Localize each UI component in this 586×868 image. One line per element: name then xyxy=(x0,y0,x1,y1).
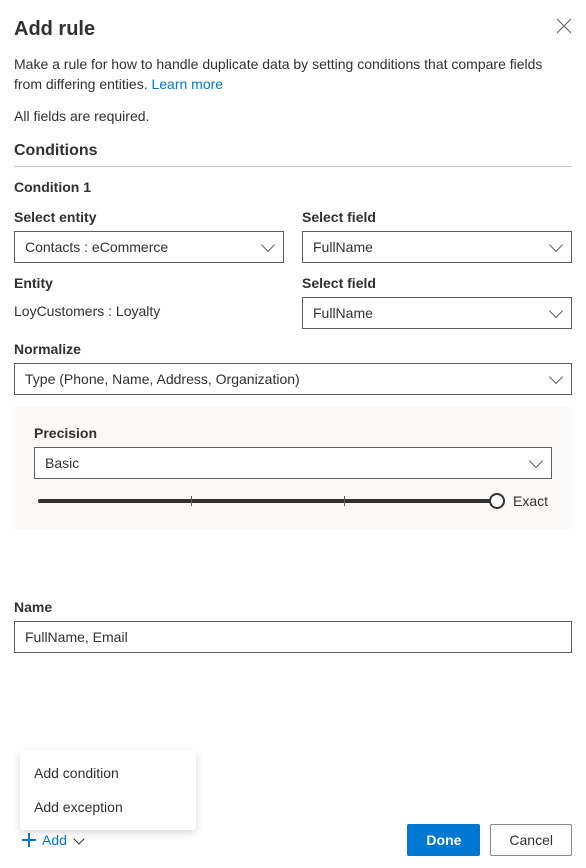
field2-select[interactable]: FullName xyxy=(302,297,572,329)
conditions-heading: Conditions xyxy=(14,142,572,167)
entity1-value: Contacts : eCommerce xyxy=(25,239,168,255)
add-button[interactable]: Add xyxy=(14,826,91,854)
add-condition-item[interactable]: Add condition xyxy=(20,756,196,790)
done-button[interactable]: Done xyxy=(407,824,480,856)
normalize-label: Normalize xyxy=(14,341,572,357)
field2-value: FullName xyxy=(313,305,373,321)
add-menu-popup: Add condition Add exception xyxy=(20,750,196,830)
cancel-button[interactable]: Cancel xyxy=(490,824,572,856)
field1-select[interactable]: FullName xyxy=(302,231,572,263)
precision-panel: Precision Basic Exact xyxy=(14,407,572,529)
normalize-select[interactable]: Type (Phone, Name, Address, Organization… xyxy=(14,363,572,395)
precision-label: Precision xyxy=(34,425,552,441)
chevron-down-icon xyxy=(73,833,84,844)
entity2-label: Entity xyxy=(14,275,284,291)
normalize-value: Type (Phone, Name, Address, Organization… xyxy=(25,371,300,387)
entity1-label: Select entity xyxy=(14,209,284,225)
precision-slider[interactable] xyxy=(38,499,497,503)
field1-value: FullName xyxy=(313,239,373,255)
required-note: All fields are required. xyxy=(14,108,572,124)
panel-title: Add rule xyxy=(14,18,95,41)
name-label: Name xyxy=(14,599,572,615)
entity2-value: LoyCustomers : Loyalty xyxy=(14,297,284,319)
field1-label: Select field xyxy=(302,209,572,225)
field2-label: Select field xyxy=(302,275,572,291)
condition-number-label: Condition 1 xyxy=(14,179,572,195)
learn-more-link[interactable]: Learn more xyxy=(151,76,223,92)
precision-slider-thumb[interactable] xyxy=(489,493,505,509)
close-icon[interactable] xyxy=(556,18,572,34)
entity1-select[interactable]: Contacts : eCommerce xyxy=(14,231,284,263)
panel-description: Make a rule for how to handle duplicate … xyxy=(14,55,572,94)
precision-value: Basic xyxy=(45,455,79,471)
description-text: Make a rule for how to handle duplicate … xyxy=(14,56,542,92)
add-exception-item[interactable]: Add exception xyxy=(20,790,196,824)
precision-exact-label: Exact xyxy=(513,493,548,509)
name-input[interactable] xyxy=(14,621,572,653)
plus-icon xyxy=(22,833,36,847)
add-button-label: Add xyxy=(42,832,67,848)
precision-select[interactable]: Basic xyxy=(34,447,552,479)
